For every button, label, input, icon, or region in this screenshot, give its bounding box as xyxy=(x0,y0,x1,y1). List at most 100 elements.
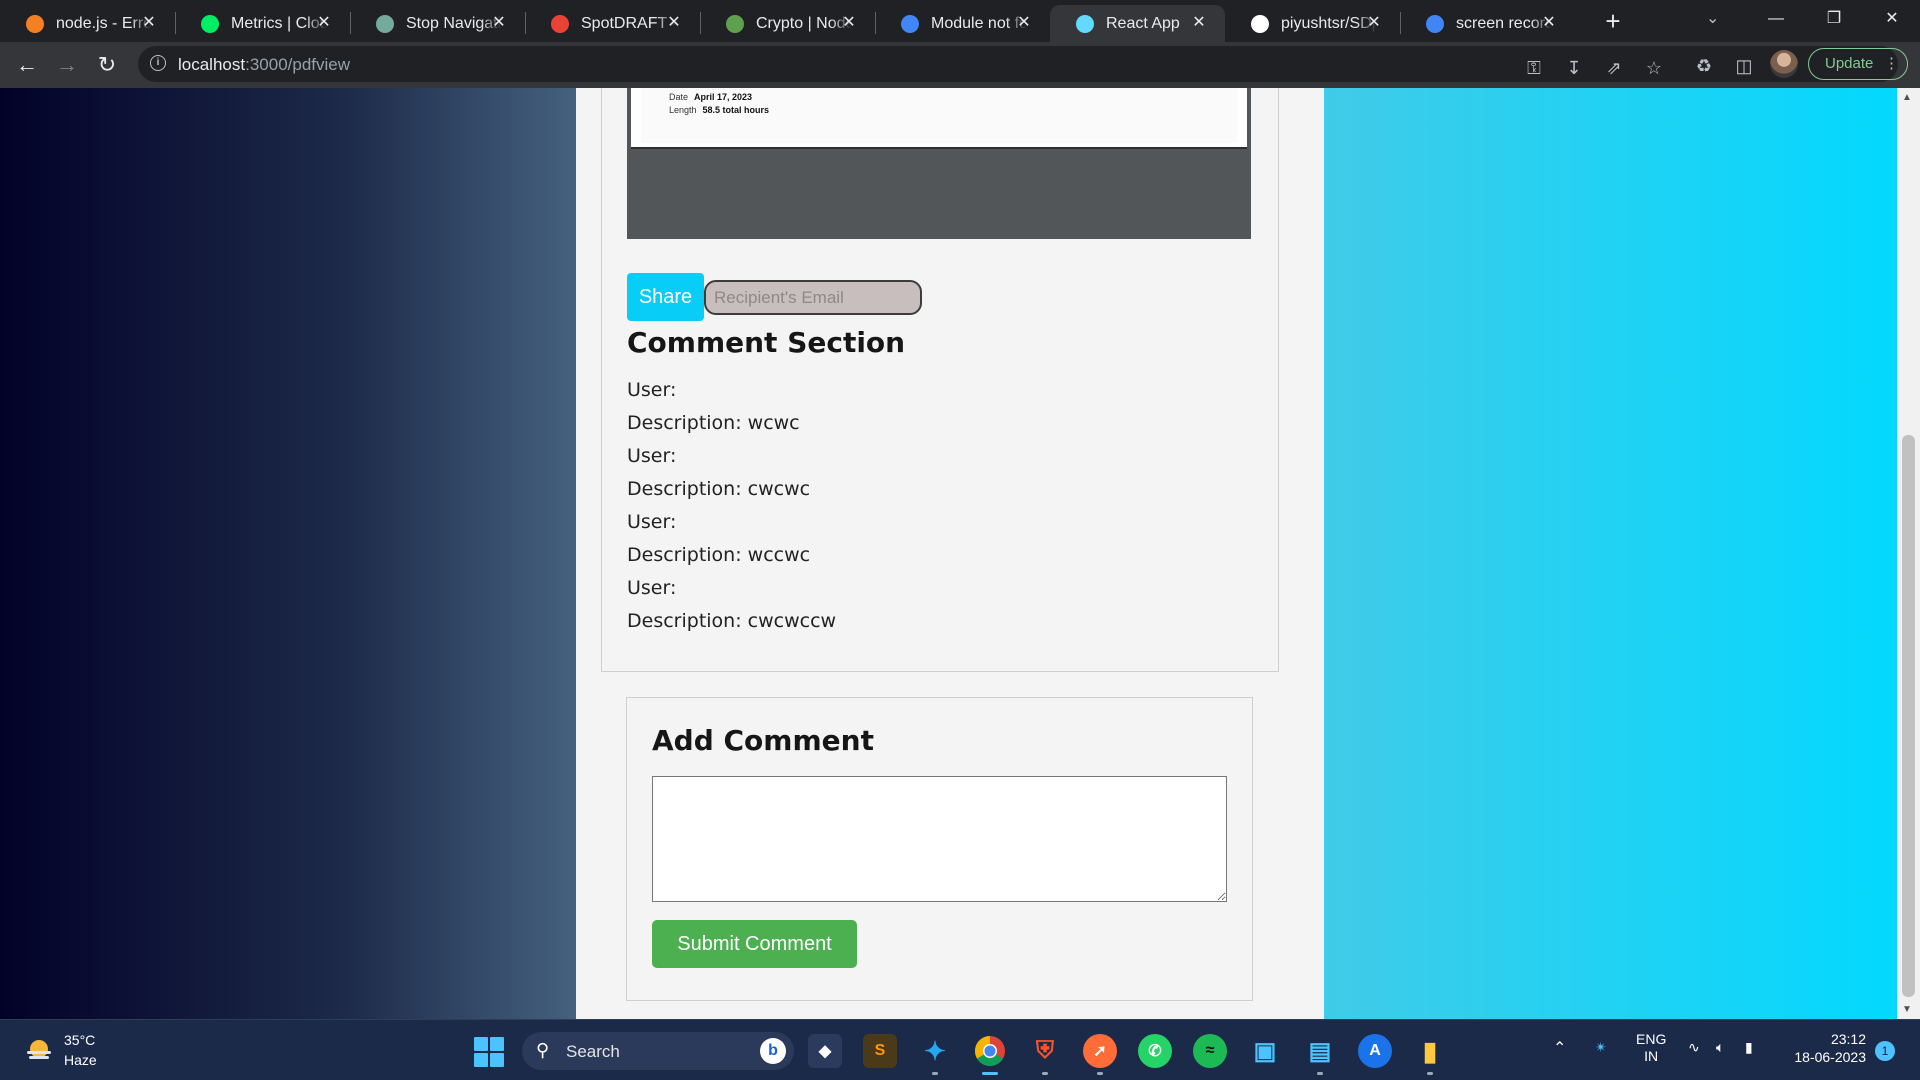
tab-title: Module not fo xyxy=(931,15,1027,32)
tray-chevron-up-icon[interactable]: ⌃ xyxy=(1553,1038,1566,1058)
update-button[interactable]: Update ⋮ xyxy=(1808,48,1908,80)
tab-title: Metrics | Cloud xyxy=(231,15,327,32)
tab-close-icon[interactable]: ✕ xyxy=(1539,13,1559,33)
menu-dots-icon[interactable]: ⋮ xyxy=(1884,49,1899,79)
new-tab-button[interactable]: + xyxy=(1599,7,1627,35)
scroll-down-arrow-icon[interactable]: ▼ xyxy=(1902,1004,1912,1015)
submit-comment-button[interactable]: Submit Comment xyxy=(652,920,857,968)
tab-2[interactable]: Stop Navigating✕ xyxy=(350,5,525,42)
url-text[interactable]: localhost:3000/pdfview xyxy=(178,55,350,75)
tab-title: node.js - Error xyxy=(56,15,152,32)
extensions-puzzle-icon[interactable]: ♻ xyxy=(1692,54,1716,78)
tab-7[interactable]: piyushtsr/SDp ✕ xyxy=(1225,5,1400,42)
key-icon[interactable]: ⚿ xyxy=(1522,56,1546,80)
clock-time: 23:12 xyxy=(1830,1031,1866,1047)
app-store-icon[interactable]: A xyxy=(1358,1034,1392,1068)
comment-user: User: xyxy=(627,379,677,401)
main-content: Date April 17, 2023 Length 58.5 total hour… xyxy=(576,88,1324,1019)
mongodb-icon xyxy=(201,15,219,33)
tab-strip: node.js - Error ✕ Metrics | Cloud ✕ Stop Nav… xyxy=(0,0,1920,42)
share-button[interactable]: Share xyxy=(627,273,704,321)
postman-icon[interactable]: ➚ xyxy=(1083,1034,1117,1075)
scrollbar-thumb[interactable] xyxy=(1902,435,1915,997)
bing-icon[interactable]: b xyxy=(760,1038,786,1064)
windows-taskbar: 35°C Haze ⚲ Search b ◆ S ✦ ⛨ ➚ ✆ ≈ ▣ ▤ A… xyxy=(0,1019,1920,1080)
tab-3[interactable]: SpotDRAFT - A✕ xyxy=(525,5,700,42)
pdf-date-value: April 17, 2023 xyxy=(694,92,753,102)
add-comment-card: Add Comment Submit Comment xyxy=(626,697,1253,1001)
tab-title: SpotDRAFT - A xyxy=(581,15,677,32)
scroll-up-arrow-icon[interactable]: ▲ xyxy=(1902,92,1912,103)
reload-icon[interactable]: ↻ xyxy=(92,50,122,80)
language-line2: IN xyxy=(1644,1048,1659,1064)
tab-1[interactable]: Metrics | Cloud ✕ xyxy=(175,5,350,42)
chrome-icon[interactable] xyxy=(973,1034,1007,1075)
pdf-viewer[interactable]: Date April 17, 2023 Length 58.5 total hour… xyxy=(627,88,1251,239)
share-page-icon[interactable]: ⇗ xyxy=(1602,56,1626,80)
pdf-date-line: Date April 17, 2023 xyxy=(669,92,752,102)
desktop-icon[interactable]: ▣ xyxy=(1248,1034,1282,1068)
tab-close-icon[interactable]: ✕ xyxy=(664,13,684,33)
install-app-icon[interactable]: ↧ xyxy=(1562,56,1586,80)
tab-6[interactable]: React App ✕ xyxy=(1050,5,1225,42)
wifi-icon[interactable]: ∿ xyxy=(1688,1039,1700,1056)
tab-title: Stop Navigating xyxy=(406,15,502,32)
whatsapp-icon[interactable]: ✆ xyxy=(1138,1034,1172,1068)
comment-section-heading: Comment Section xyxy=(627,326,906,359)
comment-user: User: xyxy=(627,511,677,533)
side-panel-icon[interactable]: ◫ xyxy=(1732,54,1756,78)
notification-badge[interactable]: 1 xyxy=(1875,1041,1895,1061)
sublime-text-icon[interactable]: S xyxy=(863,1034,897,1068)
tab-4[interactable]: Crypto | Node ✕ xyxy=(700,5,875,42)
tab-close-icon[interactable]: ✕ xyxy=(839,13,859,33)
brave-icon[interactable]: ⛨ xyxy=(1028,1034,1062,1075)
tab-5[interactable]: Module not fo ✕ xyxy=(875,5,1050,42)
close-window-icon[interactable]: ✕ xyxy=(1872,4,1912,34)
file-explorer-icon[interactable]: ▮ xyxy=(1413,1034,1447,1075)
comment-list: User: Description: wcwc User: Description: … xyxy=(627,380,836,644)
comment-description: Description: cwcwccw xyxy=(627,610,837,632)
tab-search-chevron-icon[interactable]: ⌄ xyxy=(1706,8,1719,28)
tab-close-icon[interactable]: ✕ xyxy=(1189,13,1209,33)
language-indicator[interactable]: ENG IN xyxy=(1636,1031,1666,1065)
spotify-icon[interactable]: ≈ xyxy=(1193,1034,1227,1068)
tab-8[interactable]: screen record ✕ xyxy=(1400,5,1575,42)
taskbar-search[interactable]: ⚲ Search b xyxy=(522,1032,794,1070)
tab-title: piyushtsr/SDp xyxy=(1281,15,1377,32)
google-icon xyxy=(901,15,919,33)
chrome-logo xyxy=(974,1036,1005,1067)
bluetooth-icon[interactable]: ✴ xyxy=(1595,1039,1607,1056)
tab-close-icon[interactable]: ✕ xyxy=(314,13,334,33)
tab-0[interactable]: node.js - Error ✕ xyxy=(0,5,175,42)
bookmark-star-icon[interactable]: ☆ xyxy=(1642,56,1666,80)
sourcetree-icon[interactable]: ◆ xyxy=(808,1034,842,1068)
site-info-icon[interactable]: i xyxy=(150,55,166,71)
windows-start-icon[interactable] xyxy=(474,1037,504,1067)
battery-icon[interactable]: ▮ xyxy=(1745,1039,1753,1056)
profile-avatar[interactable] xyxy=(1770,50,1798,78)
tab-close-icon[interactable]: ✕ xyxy=(489,13,509,33)
forward-arrow-icon[interactable]: → xyxy=(52,50,82,80)
tab-close-icon[interactable]: ✕ xyxy=(1014,13,1034,33)
browser-toolbar: ← → ↻ i localhost:3000/pdfview ⚿ ↧ ⇗ ☆ ♻… xyxy=(0,42,1920,88)
tab-close-icon[interactable]: ✕ xyxy=(139,13,159,33)
update-label: Update xyxy=(1825,55,1874,72)
recipient-email-input[interactable] xyxy=(704,280,922,315)
back-arrow-icon[interactable]: ← xyxy=(12,50,42,80)
pdf-length-label: Length xyxy=(669,105,697,115)
notepad-icon[interactable]: ▤ xyxy=(1303,1034,1337,1075)
minimize-icon[interactable]: — xyxy=(1756,4,1796,34)
github-icon xyxy=(1251,15,1269,33)
volume-icon[interactable]: 🔈︎ xyxy=(1716,1039,1724,1056)
gmail-icon xyxy=(551,15,569,33)
address-bar[interactable]: i localhost:3000/pdfview ⚿ ↧ ⇗ ☆ xyxy=(138,46,1898,82)
clock[interactable]: 23:12 18-06-2023 xyxy=(1786,1030,1866,1066)
weather-haze-icon[interactable] xyxy=(24,1036,54,1066)
restore-icon[interactable]: ❐ xyxy=(1814,4,1854,34)
comment-textarea[interactable] xyxy=(652,776,1227,902)
page-scrollbar[interactable]: ▲ ▼ xyxy=(1897,88,1920,1019)
vscode-icon[interactable]: ✦ xyxy=(918,1034,952,1075)
pdf-page: Date April 17, 2023 Length 58.5 total hour… xyxy=(631,88,1247,149)
tab-close-icon[interactable]: ✕ xyxy=(1364,13,1384,33)
weather-temperature: 35°C xyxy=(64,1032,96,1048)
